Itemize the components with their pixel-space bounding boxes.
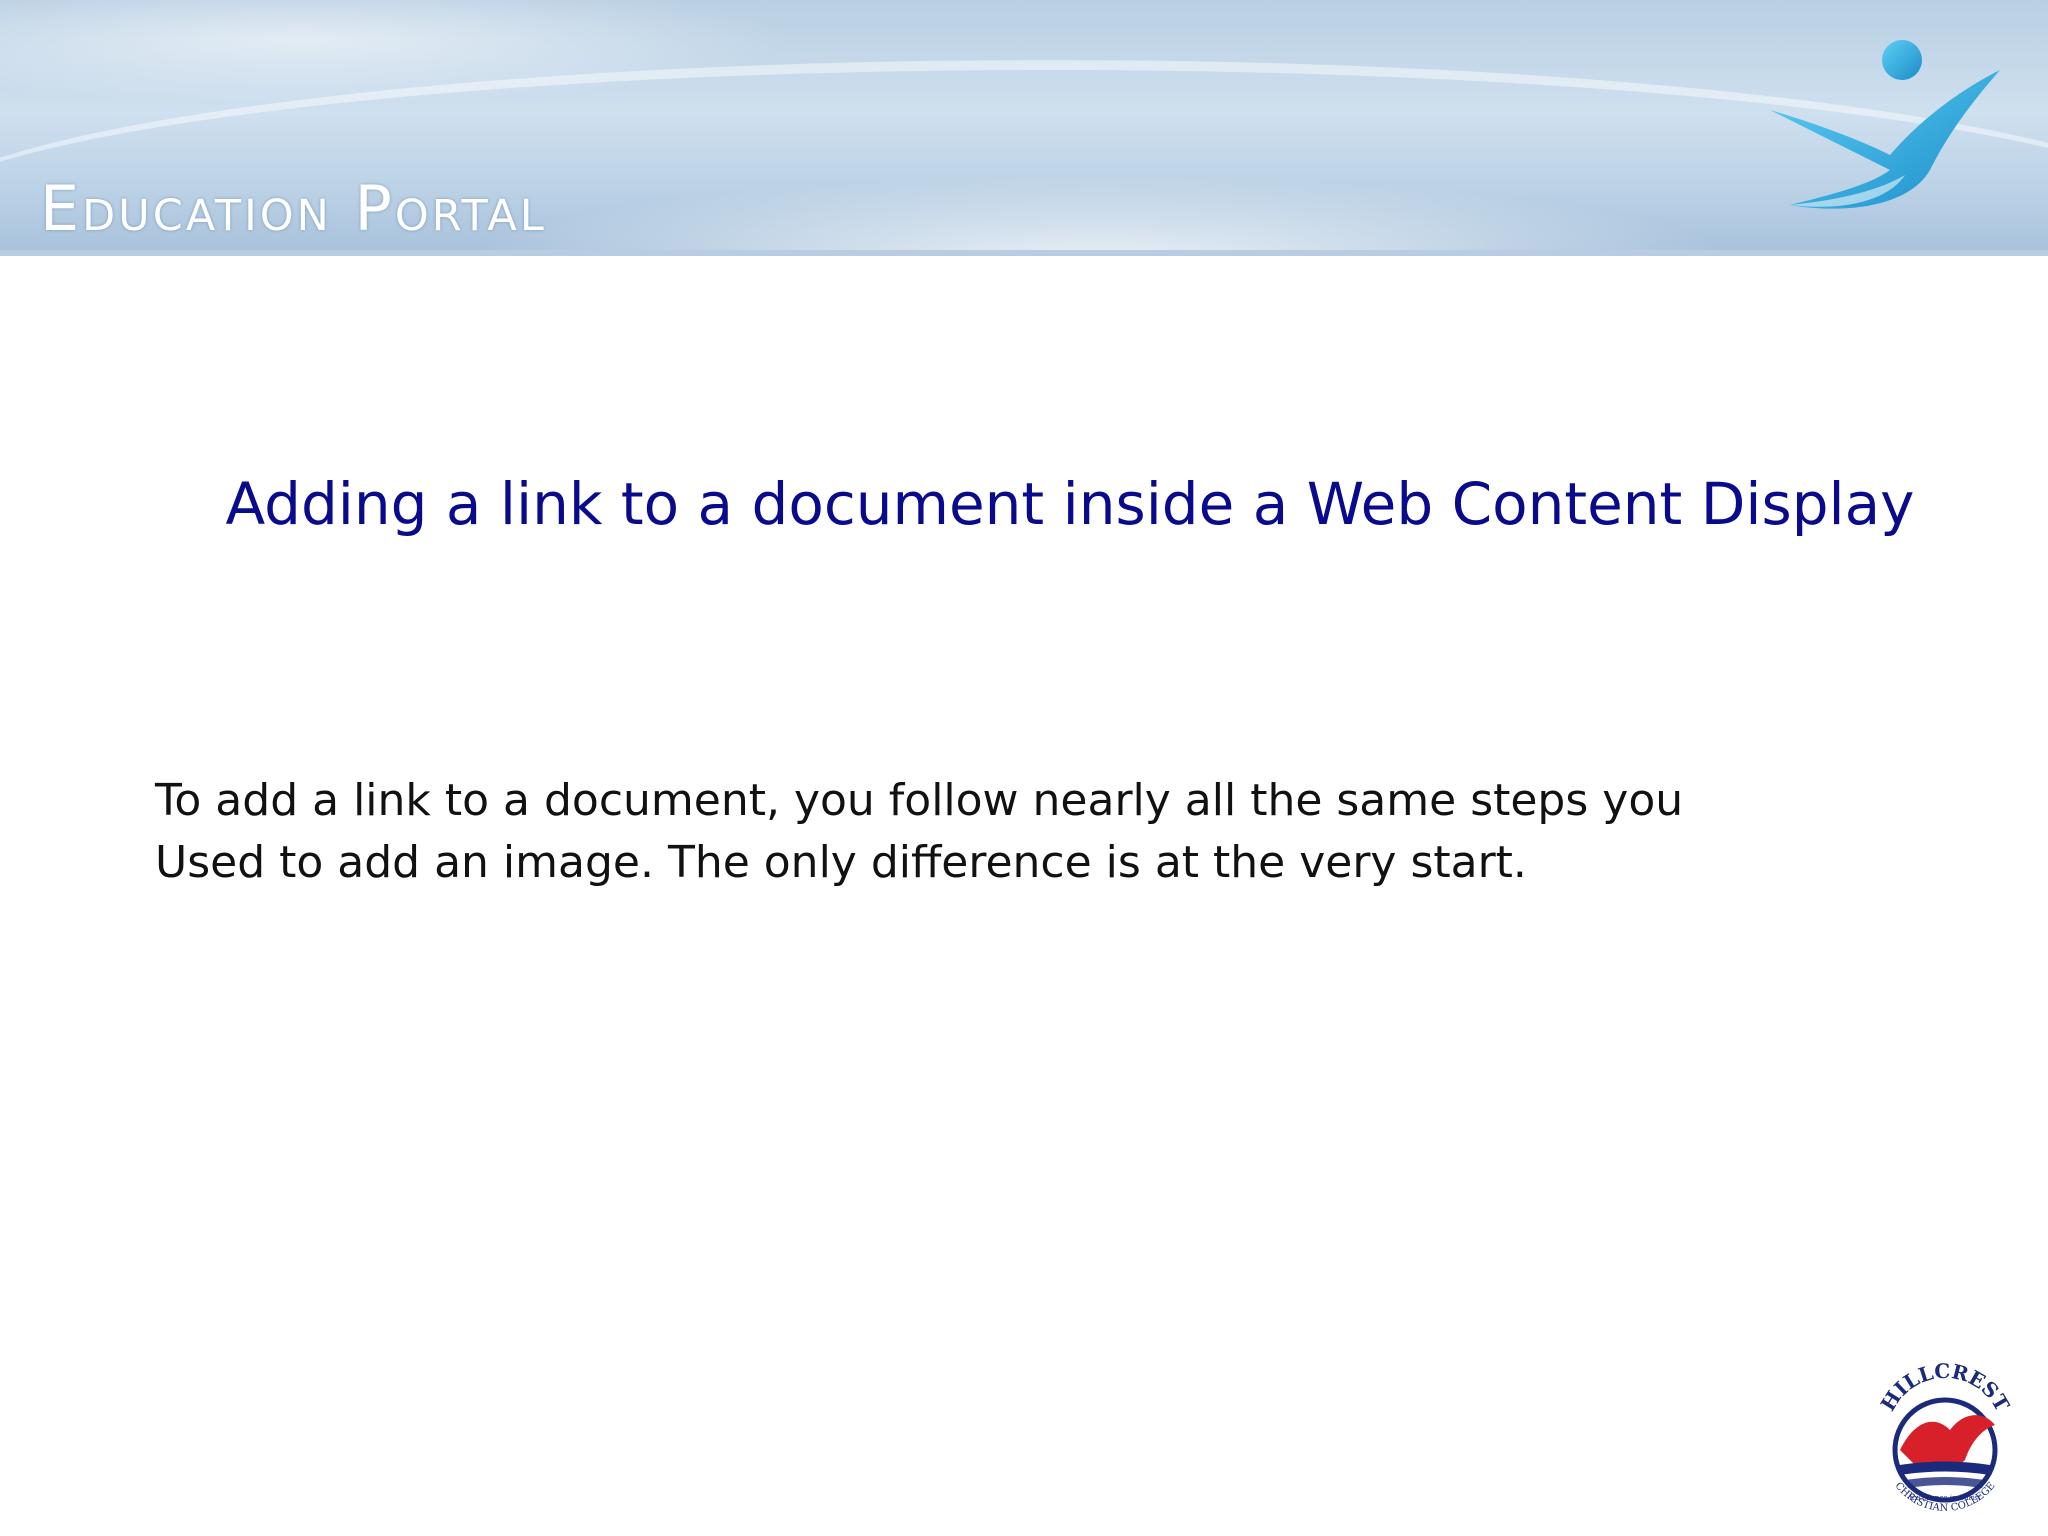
body-text: To add a link to a document, you follow … [155,770,1855,894]
slide-title: Adding a link to a document inside a Web… [225,470,1915,538]
body-line-1: To add a link to a document, you follow … [155,775,1684,826]
body-line-2: Used to add an image. The only differenc… [155,837,1527,888]
banner-title: Education Portal [40,172,547,245]
crest-motto: Excellence in Christ [1909,1494,1981,1502]
college-crest-icon: HILLCREST CHRISTIAN COLLEGE Excellence i… [1876,1359,2015,1514]
slide: Education Portal Adding a link to a docu… [0,0,2048,1536]
person-figure-icon [1770,40,2000,209]
header-banner: Education Portal [0,0,2048,256]
